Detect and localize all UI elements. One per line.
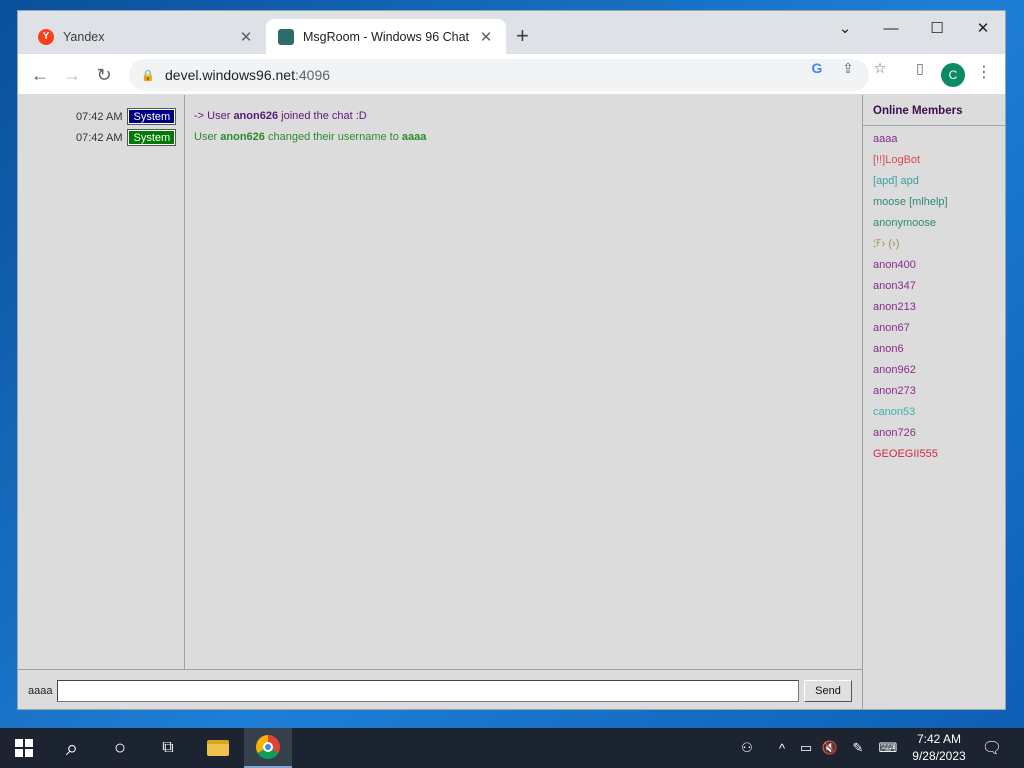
message-pane: 07:42 AM System 07:42 AM System -> User … — [18, 95, 862, 669]
bookmark-star-icon[interactable]: ☆ — [870, 60, 890, 77]
member-item[interactable]: anon347 — [863, 276, 1005, 297]
member-item[interactable]: anon962 — [863, 360, 1005, 381]
message-username[interactable]: anon626 — [233, 110, 278, 122]
people-icon[interactable]: ⚇ — [734, 728, 760, 768]
windows-logo-icon — [15, 739, 33, 757]
forward-icon[interactable]: → — [58, 61, 86, 89]
member-item[interactable]: moose [mlhelp] — [863, 192, 1005, 213]
online-members-panel: Online Members aaaa [!!]LogBot [apd] apd mo… — [862, 95, 1005, 709]
clock-date: 9/28/2023 — [912, 749, 966, 763]
menu-icon[interactable]: ⋮ — [976, 62, 992, 82]
message-text: User anon626 changed their username to a… — [194, 131, 427, 143]
members-title: Online Members — [863, 95, 1005, 126]
member-item[interactable]: GEOEGII555 — [863, 444, 1005, 465]
tab-search-icon[interactable]: ⌄ — [822, 15, 868, 43]
member-list: aaaa [!!]LogBot [apd] apd moose [mlhelp] ano… — [863, 126, 1005, 465]
message-list: -> User anon626 joined the chat :D User … — [186, 95, 862, 669]
message-username[interactable]: anon626 — [220, 131, 265, 143]
tab-msgroom[interactable]: MsgRoom - Windows 96 Chat ✕ — [266, 19, 506, 54]
message-input[interactable] — [57, 680, 799, 702]
tab-bar: Y Yandex ✕ MsgRoom - Windows 96 Chat ✕ +… — [18, 11, 1005, 54]
back-icon[interactable]: ← — [26, 61, 54, 89]
member-item[interactable]: ℱ› (›) — [863, 234, 1005, 255]
new-tab-button[interactable]: + — [516, 25, 529, 47]
message-new-username: aaaa — [401, 131, 427, 143]
lock-icon: 🔒 — [141, 69, 155, 82]
keyboard-icon[interactable]: ⌨ — [874, 728, 902, 768]
member-item[interactable]: anon273 — [863, 381, 1005, 402]
member-item[interactable]: anon6 — [863, 339, 1005, 360]
network-icon[interactable]: ▭ — [794, 728, 818, 768]
chrome-taskbar-icon[interactable] — [244, 728, 292, 768]
message-meta: 07:42 AM System — [76, 108, 177, 125]
message-meta-column: 07:42 AM System 07:42 AM System — [18, 95, 185, 669]
reload-icon[interactable]: ↻ — [90, 61, 118, 89]
file-explorer-icon[interactable] — [194, 728, 242, 768]
url-port: :4096 — [294, 67, 331, 83]
member-item[interactable]: [!!]LogBot — [863, 150, 1005, 171]
browser-window: Y Yandex ✕ MsgRoom - Windows 96 Chat ✕ +… — [17, 10, 1006, 710]
close-tab-icon[interactable]: ✕ — [238, 28, 254, 46]
current-nickname[interactable]: aaaa — [28, 685, 52, 697]
clock-time: 7:42 AM — [916, 732, 962, 746]
show-hidden-icons-icon[interactable]: ^ — [772, 728, 792, 768]
member-item[interactable]: anon213 — [863, 297, 1005, 318]
close-window-button[interactable]: ✕ — [960, 15, 1005, 43]
member-item[interactable]: anon67 — [863, 318, 1005, 339]
message-meta: 07:42 AM System — [76, 129, 177, 146]
chat-page: 07:42 AM System 07:42 AM System -> User … — [18, 95, 1005, 709]
message-time: 07:42 AM — [76, 110, 123, 123]
system-badge: System — [127, 108, 177, 125]
browser-toolbar: ← → ↻ 🔒 devel.windows96.net :4096 G ⇪ ☆ … — [18, 54, 1005, 95]
address-bar[interactable]: 🔒 devel.windows96.net :4096 — [129, 59, 869, 91]
profile-avatar[interactable]: C — [941, 63, 965, 87]
member-item[interactable]: canon53 — [863, 402, 1005, 423]
member-item[interactable]: anon726 — [863, 423, 1005, 444]
search-icon[interactable]: ⌕ — [48, 728, 96, 768]
minimize-button[interactable]: — — [868, 15, 914, 43]
msgroom-icon — [278, 28, 294, 45]
clock[interactable]: 7:42 AM 9/28/2023 — [902, 731, 976, 765]
tab-yandex[interactable]: Y Yandex ✕ — [26, 19, 266, 54]
message-time: 07:42 AM — [76, 131, 123, 144]
tab-title: MsgRoom - Windows 96 Chat — [303, 29, 470, 44]
cortana-icon[interactable]: ○ — [96, 728, 144, 768]
pen-icon[interactable]: ✎ — [846, 728, 870, 768]
share-icon[interactable]: ⇪ — [838, 60, 858, 77]
maximize-button[interactable]: ☐ — [914, 15, 960, 43]
composer: aaaa Send — [18, 669, 862, 709]
message-text: -> User anon626 joined the chat :D — [194, 110, 367, 122]
member-item[interactable]: anonymoose — [863, 213, 1005, 234]
yandex-icon: Y — [38, 28, 54, 45]
start-button[interactable] — [0, 728, 48, 768]
volume-muted-icon[interactable]: 🔇 — [818, 728, 842, 768]
send-button[interactable]: Send — [804, 680, 852, 702]
side-panel-icon[interactable]: ▯ — [910, 60, 930, 77]
member-item[interactable]: anon400 — [863, 255, 1005, 276]
tab-title: Yandex — [63, 29, 105, 44]
taskbar: ⌕ ○ ⧉ ⚇ ^ ▭ 🔇 ✎ ⌨ 7:42 AM 9/28/2023 🗨 — [0, 728, 1024, 768]
member-item[interactable]: aaaa — [863, 129, 1005, 150]
member-item[interactable]: [apd] apd — [863, 171, 1005, 192]
close-tab-icon[interactable]: ✕ — [478, 28, 494, 46]
notifications-icon[interactable]: 🗨 — [978, 728, 1006, 768]
system-badge: System — [127, 129, 177, 146]
google-icon[interactable]: G — [807, 60, 827, 76]
task-view-icon[interactable]: ⧉ — [144, 728, 192, 768]
url-host: devel.windows96.net — [165, 67, 295, 83]
